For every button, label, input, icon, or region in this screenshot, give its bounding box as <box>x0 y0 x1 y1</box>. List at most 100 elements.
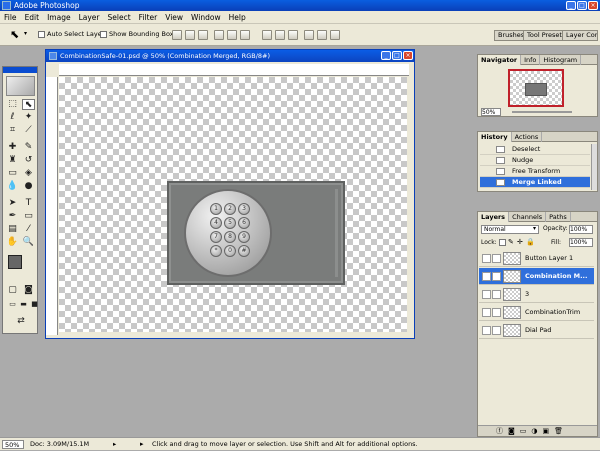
path-select-icon[interactable]: ➤ <box>6 198 19 209</box>
adjustment-layer-icon[interactable]: ◑ <box>531 427 542 435</box>
menu-layer[interactable]: Layer <box>75 11 104 24</box>
link-toggle[interactable] <box>492 254 501 263</box>
move-tool-icon[interactable]: ⬉ <box>22 99 35 110</box>
document-title-bar[interactable]: CombinationSafe-01.psd @ 50% (Combinatio… <box>46 50 414 62</box>
slice-tool-icon[interactable]: ⟋ <box>22 125 35 136</box>
maximize-button[interactable]: □ <box>577 1 587 10</box>
lock-all-icon[interactable]: 🔒 <box>526 238 535 246</box>
quick-mask-icon[interactable]: ◙ <box>22 285 35 296</box>
history-item[interactable]: Nudge <box>480 155 590 166</box>
history-item-active[interactable]: Merge Linked <box>480 177 590 188</box>
tab-history[interactable]: History <box>478 132 512 142</box>
type-tool-icon[interactable]: T <box>22 198 35 209</box>
visibility-toggle[interactable] <box>482 326 491 335</box>
navigator-preview[interactable] <box>508 69 564 107</box>
distribute-vcenter-icon[interactable] <box>275 30 285 40</box>
visibility-toggle[interactable] <box>482 308 491 317</box>
bounding-box-checkbox[interactable] <box>100 30 107 38</box>
eyedropper-icon[interactable]: ⁄ <box>22 224 35 235</box>
align-right-icon[interactable] <box>240 30 250 40</box>
minimize-button[interactable]: _ <box>566 1 576 10</box>
align-top-icon[interactable] <box>172 30 182 40</box>
blend-mode-select[interactable]: Normal <box>481 225 539 234</box>
link-toggle[interactable] <box>492 326 501 335</box>
combination-dial[interactable]: 1 2 3 4 5 6 7 8 9 * 0 # <box>184 189 272 277</box>
healing-brush-icon[interactable]: ✚ <box>6 142 19 153</box>
full-screen-icon[interactable]: ■ <box>28 299 41 310</box>
opacity-field[interactable]: 100% <box>569 225 593 234</box>
layer-row-selected[interactable]: ◉ Combination M... <box>479 268 594 285</box>
vertical-ruler[interactable] <box>46 77 58 335</box>
trash-icon[interactable]: 🗑 <box>554 427 568 435</box>
close-button[interactable]: × <box>588 1 598 10</box>
history-item[interactable]: Free Transform <box>480 166 590 177</box>
bounding-box-option[interactable]: Show Bounding Box <box>100 30 174 38</box>
marquee-tool-icon[interactable]: ⬚ <box>6 99 19 110</box>
menu-window[interactable]: Window <box>187 11 225 24</box>
layer-style-icon[interactable]: ⓕ <box>496 427 508 435</box>
move-tool-icon[interactable]: ⬉ <box>10 28 19 41</box>
blur-tool-icon[interactable]: 💧 <box>6 181 19 192</box>
menu-edit[interactable]: Edit <box>21 11 44 24</box>
doc-close-button[interactable]: × <box>403 51 413 60</box>
tab-paths[interactable]: Paths <box>546 212 571 222</box>
brush-icon[interactable] <box>492 272 501 281</box>
notes-tool-icon[interactable]: ▤ <box>6 224 19 235</box>
align-vcenter-icon[interactable] <box>185 30 195 40</box>
zoom-tool-icon[interactable]: 🔍 <box>22 237 35 248</box>
chevron-down-icon[interactable]: ▾ <box>533 225 536 232</box>
lasso-tool-icon[interactable]: ℓ <box>6 112 19 123</box>
pen-tool-icon[interactable]: ✒ <box>6 211 19 222</box>
tab-histogram[interactable]: Histogram <box>540 55 582 65</box>
layer-mask-icon[interactable]: ◙ <box>508 427 520 435</box>
align-bottom-icon[interactable] <box>198 30 208 40</box>
status-zoom-field[interactable]: 50% <box>2 440 24 449</box>
navigator-zoom-slider[interactable] <box>512 111 572 113</box>
document-canvas[interactable]: 1 2 3 4 5 6 7 8 9 * 0 # <box>59 77 407 332</box>
link-toggle[interactable] <box>492 308 501 317</box>
auto-select-checkbox[interactable] <box>38 30 45 38</box>
navigator-zoom-field[interactable]: 50% <box>481 108 501 116</box>
distribute-right-icon[interactable] <box>330 30 340 40</box>
crop-tool-icon[interactable]: ⌗ <box>6 125 19 136</box>
lock-transparency-icon[interactable] <box>499 239 506 246</box>
safe-layer[interactable]: 1 2 3 4 5 6 7 8 9 * 0 # <box>167 181 345 285</box>
align-hcenter-icon[interactable] <box>227 30 237 40</box>
auto-select-option[interactable]: Auto Select Layer <box>38 30 104 38</box>
menu-view[interactable]: View <box>161 11 187 24</box>
dodge-tool-icon[interactable]: ● <box>22 181 35 192</box>
menu-file[interactable]: File <box>0 11 21 24</box>
fill-field[interactable]: 100% <box>569 238 593 247</box>
distribute-bottom-icon[interactable] <box>288 30 298 40</box>
shape-tool-icon[interactable]: ▭ <box>22 211 35 222</box>
status-menu-icon[interactable]: ▸ <box>113 438 116 451</box>
feather-logo-icon[interactable] <box>6 76 35 96</box>
lock-paint-icon[interactable]: ✎ <box>508 238 514 246</box>
hand-tool-icon[interactable]: ✋ <box>6 237 19 248</box>
layer-row[interactable]: 3 <box>479 286 594 303</box>
menu-filter[interactable]: Filter <box>135 11 162 24</box>
tab-navigator[interactable]: Navigator <box>478 55 522 65</box>
distribute-hcenter-icon[interactable] <box>317 30 327 40</box>
standard-mode-icon[interactable]: ▢ <box>6 285 19 296</box>
visibility-toggle[interactable] <box>482 290 491 299</box>
new-layer-icon[interactable]: ▣ <box>543 427 555 435</box>
align-left-icon[interactable] <box>214 30 224 40</box>
tab-channels[interactable]: Channels <box>509 212 547 222</box>
layer-set-icon[interactable]: ▭ <box>520 427 532 435</box>
menu-help[interactable]: Help <box>225 11 250 24</box>
brush-tool-icon[interactable]: ✎ <box>22 142 35 153</box>
distribute-left-icon[interactable] <box>304 30 314 40</box>
doc-minimize-button[interactable]: _ <box>381 51 391 60</box>
eraser-tool-icon[interactable]: ▭ <box>6 168 19 179</box>
paint-bucket-icon[interactable]: ◈ <box>22 168 35 179</box>
distribute-top-icon[interactable] <box>262 30 272 40</box>
magic-wand-icon[interactable]: ✦ <box>22 112 35 123</box>
menu-select[interactable]: Select <box>104 11 135 24</box>
history-item[interactable]: Deselect <box>480 144 590 155</box>
history-brush-icon[interactable]: ↺ <box>22 155 35 166</box>
chevron-down-icon[interactable]: ▾ <box>24 30 27 37</box>
eye-icon[interactable]: ◉ <box>482 272 491 281</box>
horizontal-ruler[interactable] <box>59 64 409 76</box>
menu-image[interactable]: Image <box>43 11 75 24</box>
